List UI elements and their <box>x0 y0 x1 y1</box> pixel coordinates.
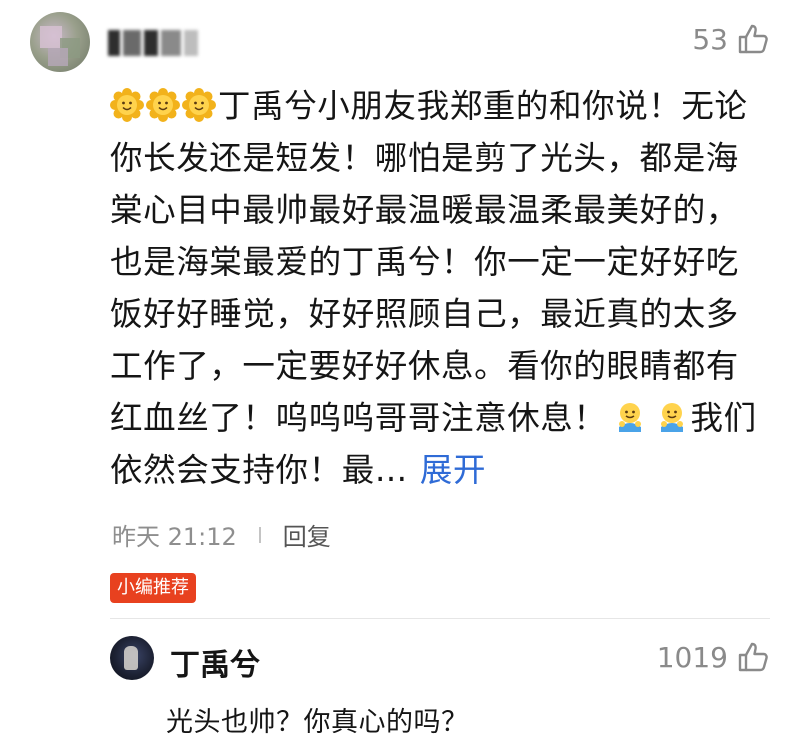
commenter-name-blurred[interactable] <box>108 28 203 58</box>
hugging-face-icon <box>660 403 683 432</box>
comment-text-main: 丁禹兮小朋友我郑重的和你说！无论你长发还是短发！哪怕是剪了光头，都是海棠心目中最… <box>110 87 748 437</box>
comment-like-button[interactable]: 53 <box>692 22 770 56</box>
reply-avatar[interactable] <box>110 636 154 680</box>
reply-body: 光头也帅？你真心的吗？ <box>166 707 469 738</box>
thumbs-up-icon <box>738 642 768 672</box>
editor-pick-badge: 小编推荐 <box>110 573 196 603</box>
thumbs-up-icon <box>738 24 768 54</box>
comment-meta: 昨天 21:12 回复 <box>112 517 331 552</box>
sunflower-icon <box>146 88 180 122</box>
reply-like-count: 1019 <box>656 640 728 674</box>
comment-screen: 53 丁禹兮小朋友我郑重的和你说！无论你长发还是短发！哪怕是剪了光头，都是海棠心… <box>0 0 800 748</box>
comment-time: 昨天 21:12 <box>112 523 237 551</box>
comment-body: 丁禹兮小朋友我郑重的和你说！无论你长发还是短发！哪怕是剪了光头，都是海棠心目中最… <box>110 80 770 496</box>
sunflower-icon <box>110 88 144 122</box>
reply-author-name[interactable]: 丁禹兮 <box>170 640 260 684</box>
reply-like-button[interactable]: 1019 <box>657 640 770 674</box>
expand-link[interactable]: 展开 <box>420 451 486 489</box>
reply-button[interactable]: 回复 <box>283 517 331 552</box>
comment-like-count: 53 <box>692 22 728 56</box>
sunflower-icon <box>182 88 216 122</box>
meta-divider <box>258 526 261 543</box>
hugging-face-icon <box>618 403 641 432</box>
section-divider <box>110 618 770 619</box>
commenter-avatar[interactable] <box>30 12 90 72</box>
